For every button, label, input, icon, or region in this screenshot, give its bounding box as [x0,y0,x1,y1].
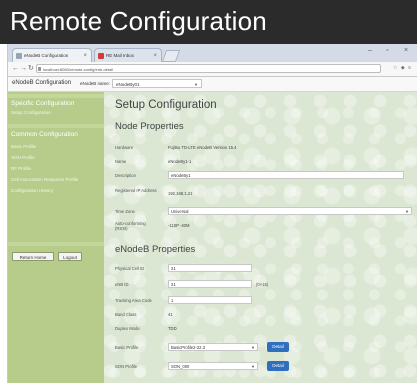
enb-properties-heading: eNodeB Properties [115,244,196,255]
main-content: Setup Configuration Node Properties Hard… [104,92,417,383]
chevron-down-icon: ▼ [194,82,198,87]
description-field[interactable]: eNodeBy1 [168,171,404,179]
close-tab-icon[interactable]: × [153,49,157,62]
chevron-down-icon: ▼ [251,364,255,369]
prop-label-tac: Tracking Area Code [115,298,152,303]
new-tab-button[interactable] [161,50,181,62]
sidebar-item-setup[interactable]: Setup Configuration [11,110,51,115]
sidebar-item-basic-profile[interactable]: Basic Profile [11,144,36,149]
sidebar-item-son-profile[interactable]: SON Profile [11,155,35,160]
timezone-select[interactable]: Universal ▼ [168,207,412,215]
prop-label-enb-id: eNB ID [115,282,129,287]
prop-value-band: 41 [168,312,173,317]
page-favicon-icon [16,53,22,59]
enb-id-hex: (0×15) [256,282,269,287]
prop-label-duplex: Duplex Mode [115,326,140,331]
page-info-icon [38,67,41,71]
son-profile-value: SON_000 [171,364,190,369]
close-window-icon[interactable]: × [404,47,408,54]
basic-profile-detail-button[interactable]: Detail [267,342,289,352]
reload-icon[interactable]: ↻ [28,64,34,74]
logout-button[interactable]: Logout [58,252,82,261]
address-bar[interactable]: localhost:8080/remote-config/enb-detail [36,64,381,73]
browser-tab[interactable]: RE Mail Inbox × [94,48,162,62]
timezone-value: Universal [171,209,189,214]
enb-select-value: eNodeBy01 [116,82,140,87]
prop-label-name: Name [115,159,127,164]
prop-label-autoconf: Auto-conforming (RSSI) [115,221,146,231]
node-properties-heading: Node Properties [115,121,184,132]
prop-label-timezone: Time Zone [115,209,135,214]
address-text: localhost:8080/remote-config/enb-detail [43,67,114,72]
navigation-bar: ← → ↻ localhost:8080/remote-config/enb-d… [8,62,417,77]
enb-select[interactable]: eNodeBy01 ▼ [112,79,202,88]
prop-label-basic-profile: Basic Profile [115,345,139,350]
tab-label: eNodeB Configuration [24,53,69,58]
prop-label-hardware: Hardware [115,145,134,150]
prop-label-son-profile: SON Profile [115,364,138,369]
tab-label: RE Mail Inbox [106,53,135,58]
sidebar-heading-specific: Specific Configuration [11,100,75,107]
son-profile-select[interactable]: SON_000 ▼ [168,362,258,370]
return-home-button[interactable]: Return Home [12,252,54,261]
enb-id-field[interactable]: 21 [168,280,252,288]
sidebar: Specific Configuration Setup Configurati… [8,92,104,383]
banner-title: Remote Configuration [10,6,267,36]
maximize-icon[interactable]: ▫ [386,47,388,54]
son-profile-detail-button[interactable]: Detail [267,361,289,371]
banner: Remote Configuration [0,0,417,44]
app-title: eNodeB Configuration [12,80,72,86]
sidebar-divider [8,94,104,98]
sidebar-divider [8,124,104,128]
enb-select-label: eNodeB name: [80,81,111,86]
prop-value-name: eNodeBy1-1 [168,159,192,164]
tab-strip: eNodeB Configuration × RE Mail Inbox × –… [8,44,417,62]
prop-label-ip: Registered IP Address [115,188,157,193]
basic-profile-value: BasicProfile2-22.3 [171,345,205,350]
basic-profile-select[interactable]: BasicProfile2-22.3 ▼ [168,343,258,351]
prop-value-ip: 192.168.1.21 [168,191,193,196]
prop-value-duplex: TDD [168,326,177,331]
forward-icon[interactable]: → [20,64,27,74]
browser-tab-active[interactable]: eNodeB Configuration × [12,48,92,62]
prop-value-autoconf: -110P -40M [168,223,190,228]
mail-favicon-icon [98,53,104,59]
sidebar-item-rf-profile[interactable]: RF Profile [11,166,31,171]
sidebar-divider [8,242,104,246]
pci-field[interactable]: 21 [168,264,252,272]
sidebar-item-history[interactable]: Configuration History [11,188,53,193]
browser-window: eNodeB Configuration × RE Mail Inbox × –… [7,44,417,383]
app-header: eNodeB Configuration eNodeB name: eNodeB… [8,77,417,92]
sidebar-item-cell-association[interactable]: Cell Association Response Profile [11,177,78,182]
close-tab-icon[interactable]: × [83,49,87,62]
prop-value-hardware: Fujitsu TD-LTE eNodeB Version 15.4 [168,145,237,150]
prop-label-pci: Physical Cell ID [115,266,145,271]
prop-label-description: Description [115,173,136,178]
chevron-down-icon: ▼ [405,209,409,214]
browser-menu-icons[interactable]: ☆ ◆ ≡ [393,65,412,71]
prop-label-band: Band Class [115,312,137,317]
tac-field[interactable]: 1 [168,296,252,304]
back-icon[interactable]: ← [12,64,19,74]
page-title: Setup Configuration [115,99,217,111]
chevron-down-icon: ▼ [251,345,255,350]
minimize-icon[interactable]: – [368,47,372,54]
sidebar-heading-common: Common Configuration [11,131,78,138]
